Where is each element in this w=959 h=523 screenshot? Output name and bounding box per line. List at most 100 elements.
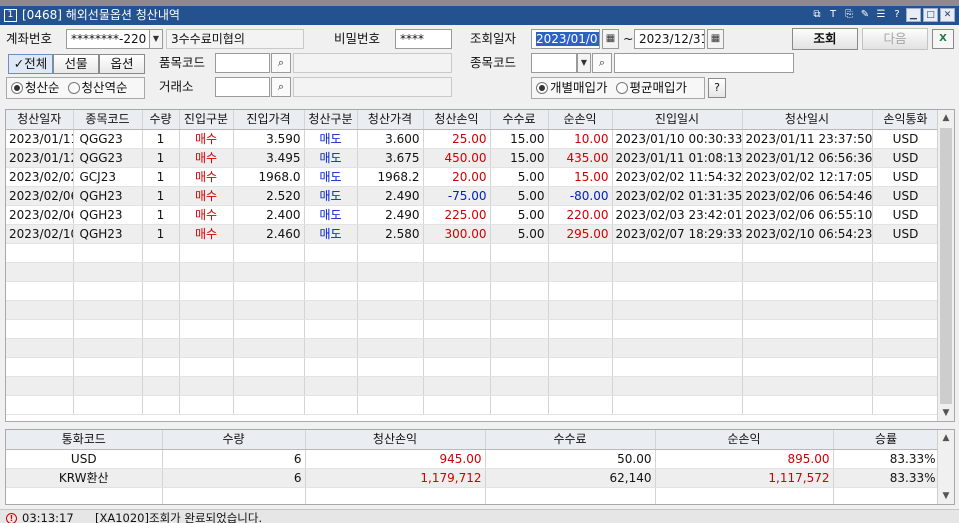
cell-12: USD <box>872 167 940 187</box>
sort-desc-radio[interactable] <box>67 82 80 94</box>
sum-header-4[interactable]: 순손익 <box>655 430 834 450</box>
main-header-0[interactable]: 청산일자 <box>6 110 74 130</box>
filter-options-toggle[interactable]: 옵션 <box>99 54 145 74</box>
list-icon[interactable]: ☰ <box>874 8 888 22</box>
summary-row[interactable]: KRW환산 6 1,179,712 62,140 1,117,572 83.33% <box>6 468 940 488</box>
sum-header-3[interactable]: 수수료 <box>485 430 656 450</box>
link-icon[interactable]: ⧉ <box>810 8 824 22</box>
table-row[interactable] <box>6 281 940 301</box>
table-row[interactable]: 2023/02/06 QGH23 1 매수 2.520 매도 2.490 -75.00 5.00… <box>6 186 940 206</box>
scroll-thumb[interactable] <box>940 128 952 404</box>
table-row[interactable]: 2023/02/06 QGH23 1 매수 2.400 매도 2.490 225.00 5.00… <box>6 205 940 225</box>
account-dropdown-button[interactable]: ▼ <box>149 29 163 49</box>
minimize-button[interactable]: ▁ <box>906 8 921 22</box>
date-to-input[interactable]: 2023/12/31 <box>634 29 705 49</box>
calendar-to-icon[interactable]: ▦ <box>707 29 724 49</box>
table-row[interactable] <box>6 338 940 358</box>
item-search-icon[interactable]: ⌕ <box>592 53 612 73</box>
empty-cell <box>179 300 234 320</box>
empty-cell <box>357 376 424 396</box>
empty-cell <box>304 319 358 339</box>
item-name-field <box>614 53 794 73</box>
main-header-6[interactable]: 청산가격 <box>357 110 424 130</box>
empty-cell <box>233 376 305 396</box>
query-button[interactable]: 조회 <box>792 28 858 50</box>
main-header-3[interactable]: 진입구분 <box>179 110 234 130</box>
excel-export-icon[interactable]: X <box>932 29 954 49</box>
main-header-2[interactable]: 수량 <box>142 110 180 130</box>
empty-cell <box>142 281 180 301</box>
empty-cell <box>73 262 143 282</box>
sum-header-5[interactable]: 승률 <box>833 430 940 450</box>
table-row[interactable]: 2023/01/11 QGG23 1 매수 3.590 매도 3.600 25.00 15.00… <box>6 129 940 149</box>
exchange-search-icon[interactable]: ⌕ <box>271 77 291 97</box>
empty-cell <box>73 376 143 396</box>
empty-cell <box>357 243 424 263</box>
table-row[interactable]: 2023/02/02 GCJ23 1 매수 1968.0 매도 1968.2 20.00 5.0… <box>6 167 940 187</box>
cell-12: USD <box>872 129 940 149</box>
item-code-dropdown-button[interactable]: ▼ <box>577 53 591 73</box>
empty-cell <box>142 376 180 396</box>
empty-cell <box>423 300 491 320</box>
table-vertical-scrollbar[interactable]: ▲ ▼ <box>937 110 954 421</box>
exchange-input[interactable] <box>215 77 270 97</box>
date-from-input[interactable]: 2023/01/01 <box>531 29 600 49</box>
table-row[interactable] <box>6 262 940 282</box>
cell-10: 2023/01/11 01:08:13 <box>612 148 743 168</box>
table-row[interactable]: 2023/02/10 QGH23 1 매수 2.460 매도 2.580 300.00 5.00… <box>6 224 940 244</box>
main-header-4[interactable]: 진입가격 <box>233 110 305 130</box>
calendar-from-icon[interactable]: ▦ <box>602 29 619 49</box>
main-header-8[interactable]: 수수료 <box>490 110 549 130</box>
table-row[interactable] <box>6 395 940 415</box>
sum-header-0[interactable]: 통화코드 <box>6 430 163 450</box>
table-row[interactable] <box>6 376 940 396</box>
average-price-radio[interactable] <box>615 82 628 94</box>
summary-vertical-scrollbar[interactable]: ▲ ▼ <box>937 430 954 504</box>
scroll-up-arrow-icon[interactable]: ▲ <box>938 110 954 126</box>
maximize-button[interactable]: □ <box>923 8 938 22</box>
help-button[interactable]: ? <box>708 78 726 98</box>
font-icon[interactable]: T <box>826 8 840 22</box>
main-header-5[interactable]: 청산구분 <box>304 110 358 130</box>
sum-header-1[interactable]: 수량 <box>162 430 306 450</box>
main-header-11[interactable]: 청산일시 <box>742 110 873 130</box>
summary-scroll-down-icon[interactable]: ▼ <box>938 488 954 504</box>
table-row[interactable]: 2023/01/12 QGG23 1 매수 3.495 매도 3.675 450.00 15.0… <box>6 148 940 168</box>
table-row[interactable] <box>6 243 940 263</box>
main-header-12[interactable]: 손익통화 <box>872 110 940 130</box>
edit-icon[interactable]: ✎ <box>858 8 872 22</box>
close-button[interactable]: ✕ <box>940 8 955 22</box>
table-row[interactable] <box>6 357 940 377</box>
filter-all-toggle[interactable]: ✓전체 <box>8 54 53 74</box>
cell-0: 2023/02/10 <box>6 224 74 244</box>
cell-6: 1968.2 <box>357 167 424 187</box>
empty-cell <box>73 338 143 358</box>
account-number-input[interactable]: ********-220 <box>66 29 150 49</box>
filter-futures-toggle[interactable]: 선물 <box>53 54 99 74</box>
table-row[interactable] <box>6 319 940 339</box>
summary-row[interactable]: USD 6 945.00 50.00 895.00 83.33% <box>6 449 940 469</box>
cell-5: 매도 <box>304 224 358 244</box>
item-code-input[interactable] <box>531 53 577 73</box>
scroll-down-arrow-icon[interactable]: ▼ <box>938 405 954 421</box>
sort-asc-radio[interactable] <box>11 82 23 94</box>
settlement-table-body: 청산일자 종목코드 수량 진입구분 진입가격 청산구분 청산가격 청산손익 수수료 순손익 진입일시… <box>6 110 940 415</box>
product-code-input[interactable] <box>215 53 270 73</box>
empty-cell <box>179 357 234 377</box>
main-header-10[interactable]: 진입일시 <box>612 110 743 130</box>
cell-11: 2023/02/02 12:17:05 <box>742 167 873 187</box>
cell-7: 225.00 <box>423 205 491 225</box>
next-button[interactable]: 다음 <box>862 28 928 50</box>
main-header-7[interactable]: 청산손익 <box>423 110 491 130</box>
main-header-9[interactable]: 순손익 <box>548 110 613 130</box>
password-input[interactable]: **** <box>395 29 452 49</box>
summary-scroll-up-icon[interactable]: ▲ <box>938 430 954 446</box>
sum-header-2[interactable]: 청산손익 <box>305 430 486 450</box>
copy-icon[interactable]: ⎘ <box>842 8 856 22</box>
cell-2: 1 <box>142 224 180 244</box>
help-icon[interactable]: ? <box>890 8 904 22</box>
main-header-1[interactable]: 종목코드 <box>73 110 143 130</box>
product-search-icon[interactable]: ⌕ <box>271 53 291 73</box>
individual-price-radio[interactable] <box>536 82 548 94</box>
table-row[interactable] <box>6 300 940 320</box>
